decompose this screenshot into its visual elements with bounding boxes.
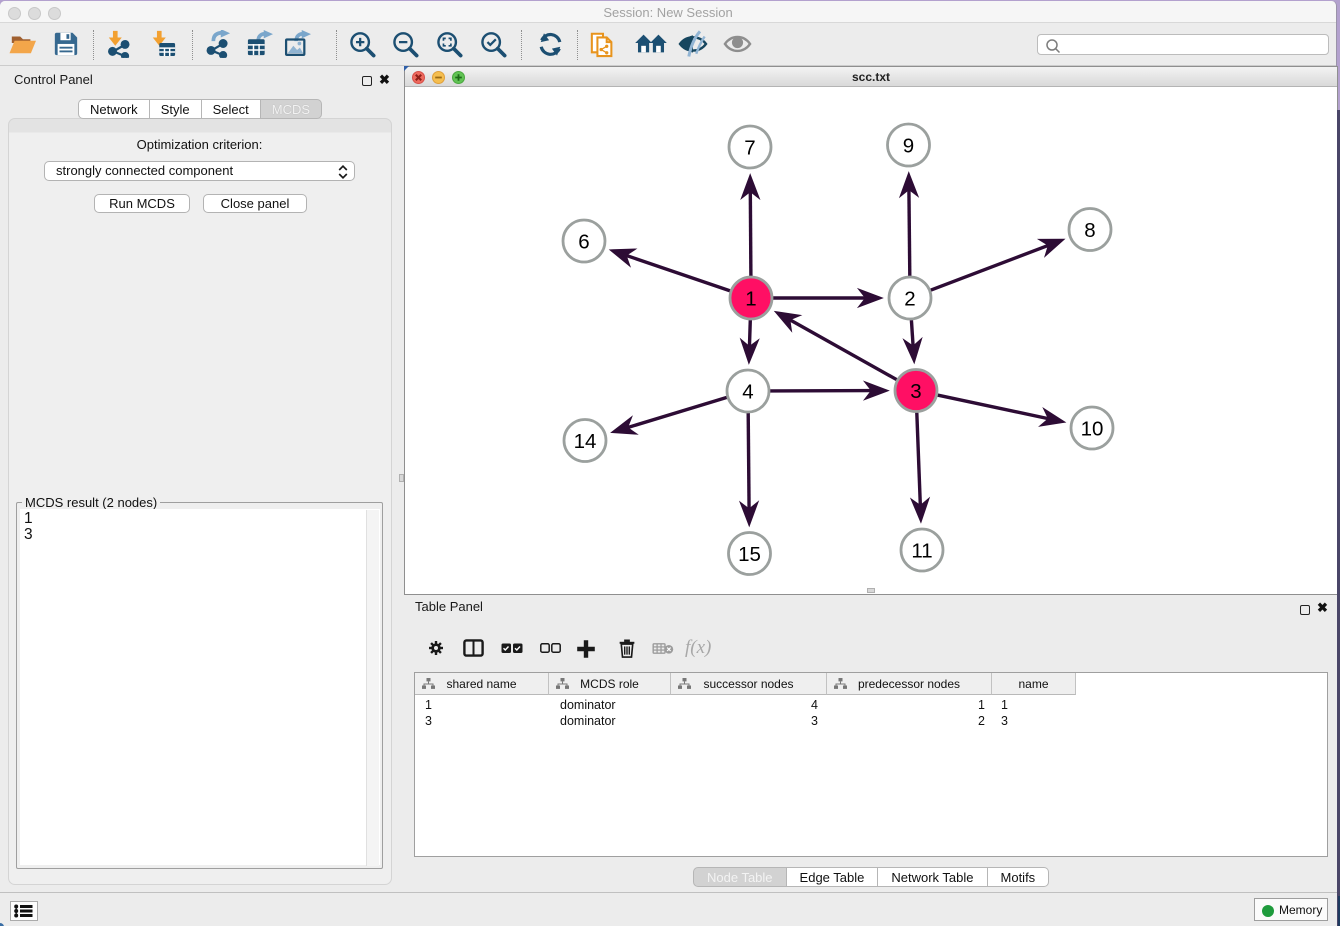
svg-text:14: 14 xyxy=(574,430,597,453)
svg-text:1: 1 xyxy=(745,287,756,310)
svg-text:4: 4 xyxy=(742,380,753,403)
svg-text:15: 15 xyxy=(738,543,761,566)
svg-text:9: 9 xyxy=(903,134,914,157)
svg-text:11: 11 xyxy=(911,539,932,562)
svg-text:8: 8 xyxy=(1084,219,1095,242)
svg-text:7: 7 xyxy=(744,136,755,159)
svg-text:6: 6 xyxy=(578,230,589,253)
svg-text:3: 3 xyxy=(910,380,921,403)
svg-text:2: 2 xyxy=(904,287,915,310)
svg-text:10: 10 xyxy=(1081,417,1104,440)
